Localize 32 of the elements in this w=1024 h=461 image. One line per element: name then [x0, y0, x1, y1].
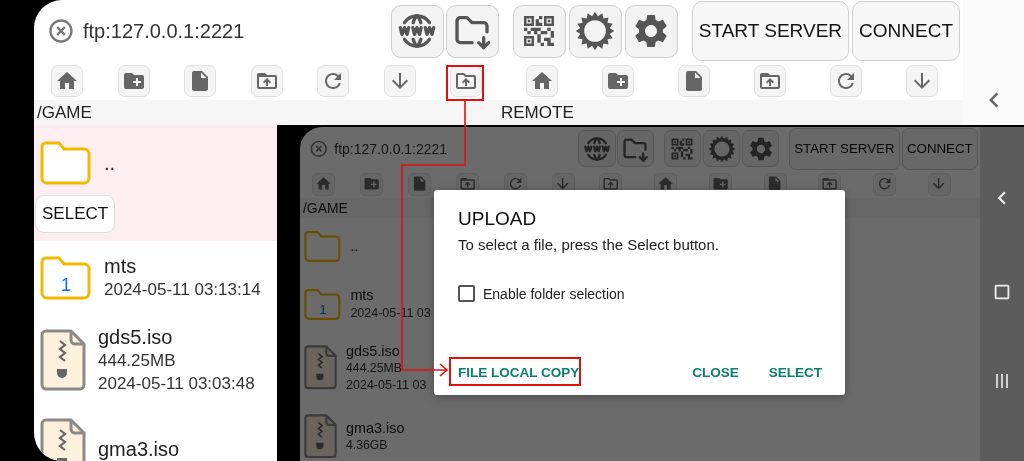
folder-count: 1: [318, 302, 328, 318]
file-size: 444.25MB: [98, 349, 177, 372]
select-button[interactable]: SELECT: [35, 195, 116, 233]
dialog-message: To select a file, press the Select button.: [458, 236, 720, 253]
path-text: /GAME: [302, 199, 348, 216]
file-name: gds5.iso: [98, 324, 174, 350]
folder-count: 1: [59, 273, 73, 296]
file-name: ..: [104, 150, 116, 176]
dialog-action-button[interactable]: SELECT: [768, 361, 822, 384]
file-name: gma3.iso: [98, 436, 180, 461]
remote-label: REMOTE: [500, 102, 574, 123]
url-text: ftp:127.0.0.1:2221: [83, 19, 246, 43]
file-name: mts: [350, 286, 375, 305]
header-button[interactable]: CONNECT: [901, 127, 978, 170]
file-name: ..: [350, 236, 359, 256]
file-date: 2024-05-11 03:13:14: [104, 279, 261, 301]
dialog-action-button[interactable]: FILE LOCAL COPY: [458, 361, 580, 384]
header-button[interactable]: START SERVER: [691, 1, 850, 61]
checkbox-label: Enable folder selection: [483, 285, 625, 302]
header-button[interactable]: CONNECT: [852, 1, 960, 61]
file-size: 4.36GB: [346, 437, 389, 454]
file-date: 2024-05-11 03: [346, 376, 427, 394]
dialog-title: UPLOAD: [458, 208, 538, 230]
header-button[interactable]: START SERVER: [789, 127, 900, 170]
dialog-action-button[interactable]: CLOSE: [692, 361, 739, 384]
file-name: gma3.iso: [346, 418, 405, 438]
path-text: /GAME: [36, 102, 93, 123]
file-name: gds5.iso: [346, 341, 401, 361]
file-name: mts: [104, 254, 138, 279]
file-size: 444.25MB: [346, 360, 403, 377]
file-date: 2024-05-11 03:03:48: [98, 372, 255, 395]
url-text: ftp:127.0.0.1:2221: [334, 140, 449, 157]
